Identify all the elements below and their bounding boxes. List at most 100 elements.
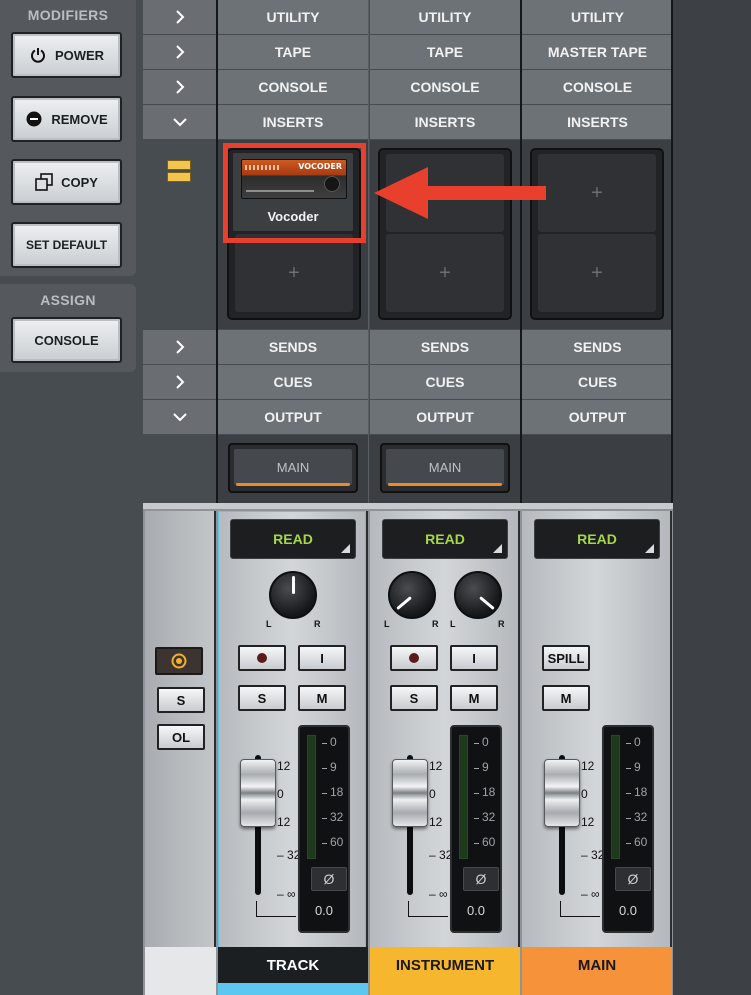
utility-header-track[interactable]: UTILITY <box>218 0 368 34</box>
meter-scale-label: 60 <box>482 835 496 849</box>
meter-tick <box>626 743 631 744</box>
color-bar-track <box>218 983 368 995</box>
channel-strip-track: READ L R I S M 12 0 12 – 32 – ∞ 0 9 18 3… <box>218 511 368 951</box>
sends-header-main[interactable]: SENDS <box>522 330 673 364</box>
automation-mode-button[interactable]: READ <box>534 519 660 559</box>
cues-header-main[interactable]: CUES <box>522 365 673 399</box>
annotation-arrow-icon <box>374 167 546 219</box>
tape-expand-chevron[interactable] <box>143 35 217 69</box>
output-selector-instrument[interactable]: MAIN <box>380 443 510 493</box>
solo-button[interactable]: S <box>390 685 438 711</box>
input-monitor-button[interactable]: I <box>450 645 498 671</box>
console-header-instrument[interactable]: CONSOLE <box>370 70 520 104</box>
volume-fader[interactable] <box>240 759 276 827</box>
strip-name-main[interactable]: MAIN <box>522 947 672 983</box>
strip-name-track[interactable]: TRACK <box>218 947 368 983</box>
chevron-right-icon <box>176 80 185 94</box>
input-monitor-button[interactable]: I <box>298 645 346 671</box>
volume-fader[interactable] <box>544 759 580 827</box>
highlight-box <box>223 143 366 243</box>
volume-fader[interactable] <box>392 759 428 827</box>
fader-scale-value: ∞ <box>439 887 448 901</box>
monitor-button[interactable] <box>155 647 203 675</box>
utility-header-instrument[interactable]: UTILITY <box>370 0 520 34</box>
set-default-button[interactable]: SET DEFAULT <box>11 222 122 268</box>
automation-mode-button[interactable]: READ <box>382 519 508 559</box>
cues-expand-chevron[interactable] <box>143 365 217 399</box>
meter-tick <box>474 743 479 744</box>
console-header-main[interactable]: CONSOLE <box>522 70 673 104</box>
solo-all-button[interactable]: S <box>157 687 205 713</box>
remove-button[interactable]: REMOVE <box>11 96 122 142</box>
phase-invert-button[interactable]: Ø <box>615 867 651 891</box>
chevron-right-icon <box>176 340 185 354</box>
record-arm-button[interactable] <box>238 645 286 671</box>
mute-button[interactable]: M <box>450 685 498 711</box>
pan-right-label: R <box>314 619 321 629</box>
fader-scale-label: – ∞ <box>277 887 296 901</box>
power-button[interactable]: POWER <box>11 32 122 78</box>
meter-scale-label: 32 <box>330 810 344 824</box>
meter-scale-label: 32 <box>482 810 496 824</box>
insert-grip-icon[interactable] <box>167 160 191 184</box>
fader-scale-label: 12 <box>429 759 443 773</box>
record-arm-button[interactable] <box>390 645 438 671</box>
pan-left-label: L <box>266 619 272 629</box>
sends-header-track[interactable]: SENDS <box>218 330 368 364</box>
cues-header-instrument[interactable]: CUES <box>370 365 520 399</box>
inserts-header-main[interactable]: INSERTS <box>522 105 673 139</box>
modifiers-title: MODIFIERS <box>27 7 109 23</box>
spill-button[interactable]: SPILL <box>542 645 590 671</box>
pan-knob-left[interactable] <box>388 571 436 619</box>
output-header-main[interactable]: OUTPUT <box>522 400 673 434</box>
pan-right-label: R <box>432 619 439 629</box>
chevron-right-icon <box>176 10 185 24</box>
tape-header-track[interactable]: TAPE <box>218 35 368 69</box>
ol-button[interactable]: OL <box>157 724 205 750</box>
utility-header-main[interactable]: UTILITY <box>522 0 673 34</box>
inserts-header-track[interactable]: INSERTS <box>218 105 368 139</box>
tape-header-main[interactable]: MASTER TAPE <box>522 35 673 69</box>
output-header-instrument[interactable]: OUTPUT <box>370 400 520 434</box>
pan-knob-right[interactable] <box>454 571 502 619</box>
inserts-header-instrument[interactable]: INSERTS <box>370 105 520 139</box>
mute-button[interactable]: M <box>298 685 346 711</box>
level-meter: 0 9 18 32 60 Ø 0.0 <box>450 725 502 933</box>
phase-invert-button[interactable]: Ø <box>463 867 499 891</box>
meter-scale-label: 60 <box>330 835 344 849</box>
cues-header-track[interactable]: CUES <box>218 365 368 399</box>
copy-button[interactable]: COPY <box>11 159 122 205</box>
meter-tick <box>322 818 327 819</box>
automation-mode-button[interactable]: READ <box>230 519 356 559</box>
utility-expand-chevron[interactable] <box>143 0 217 34</box>
fader-scale-label: – 32 <box>277 848 301 862</box>
output-collapse-chevron[interactable] <box>143 400 217 434</box>
fader-scale-label: 12 <box>581 759 595 773</box>
sends-expand-chevron[interactable] <box>143 330 217 364</box>
phase-invert-button[interactable]: Ø <box>311 867 347 891</box>
empty-insert-slot[interactable]: + <box>538 234 656 312</box>
pan-knob-pointer <box>292 576 295 594</box>
level-meter: 0 9 18 32 60 Ø 0.0 <box>298 725 350 933</box>
fader-scale-label: – 32 <box>581 848 605 862</box>
strip-name-instrument[interactable]: INSTRUMENT <box>370 947 520 983</box>
pan-knob[interactable] <box>269 571 317 619</box>
console-expand-chevron[interactable] <box>143 70 217 104</box>
console-button[interactable]: CONSOLE <box>11 317 122 363</box>
output-header-track[interactable]: OUTPUT <box>218 400 368 434</box>
empty-insert-slot[interactable]: + <box>235 234 353 312</box>
tape-header-instrument[interactable]: TAPE <box>370 35 520 69</box>
inserts-collapse-chevron[interactable] <box>143 105 217 139</box>
meter-scale-label: 0 <box>634 735 641 749</box>
console-header-track[interactable]: CONSOLE <box>218 70 368 104</box>
mute-button[interactable]: M <box>542 685 590 711</box>
output-selector-track[interactable]: MAIN <box>228 443 358 493</box>
empty-insert-slot[interactable]: + <box>538 154 656 232</box>
solo-button[interactable]: S <box>238 685 286 711</box>
level-value: 0.0 <box>618 903 638 918</box>
sends-header-instrument[interactable]: SENDS <box>370 330 520 364</box>
chevron-right-icon <box>176 375 185 389</box>
fader-scale-value: ∞ <box>287 887 296 901</box>
remove-label: REMOVE <box>51 111 108 127</box>
empty-insert-slot[interactable]: + <box>386 234 504 312</box>
